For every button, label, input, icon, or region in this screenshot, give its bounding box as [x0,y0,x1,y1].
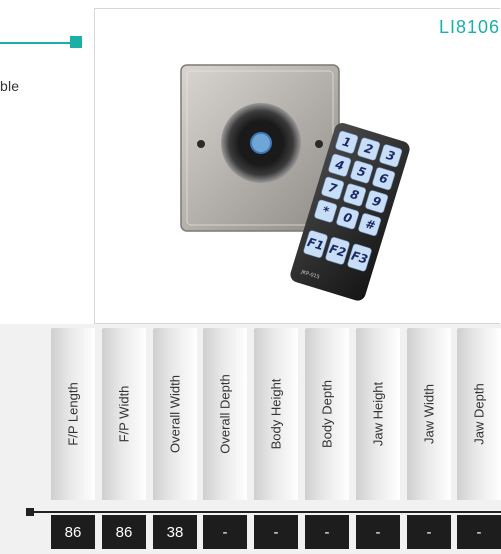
spec-column-3: Overall Depth [203,328,247,500]
spec-column-1: F/P Width [102,328,146,500]
side-text-fragment: ble [0,78,20,94]
spec-value: - [356,515,400,549]
spec-column-7: Jaw Width [407,328,451,500]
spec-label: F/P Length [65,382,81,446]
spec-column-4: Body Height [254,328,298,500]
spec-value: 86 [51,515,95,549]
connector-marker [70,36,82,48]
spec-label: Body Height [268,378,284,450]
spec-label: Overall Depth [217,374,233,454]
spec-value: - [305,515,349,549]
connector-line [0,42,76,44]
spec-value: 86 [102,515,146,549]
spec-value: - [407,515,451,549]
spec-value: - [457,515,501,549]
spec-column-6: Jaw Height [356,328,400,500]
product-code: LI8106 [438,17,500,37]
baseline-marker [26,508,34,516]
spec-label: Jaw Depth [471,383,487,445]
spec-label: Body Depth [319,380,335,448]
spec-label: F/P Width [116,385,132,443]
spec-value: - [203,515,247,549]
keypad-reader-and-remote-image: 1 2 34 5 67 8 9* 0 #F1 F2 F3 JKP-015 [180,64,410,301]
product-image-panel: LI8106 1 2 3 4 5 6 7 8 9 * 0 # F1 F2 F3 … [94,8,500,324]
spec-value: - [254,515,298,549]
table-baseline [30,511,501,513]
spec-column-5: Body Depth [305,328,349,500]
spec-label: Jaw Height [370,381,386,447]
spec-column-0: F/P Length [51,328,95,500]
spec-column-2: Overall Width [153,328,197,500]
spec-value: 38 [153,515,197,549]
spec-label: Overall Width [167,374,183,454]
spec-label: Jaw Width [421,384,437,444]
spec-column-8: Jaw Depth [457,328,501,500]
